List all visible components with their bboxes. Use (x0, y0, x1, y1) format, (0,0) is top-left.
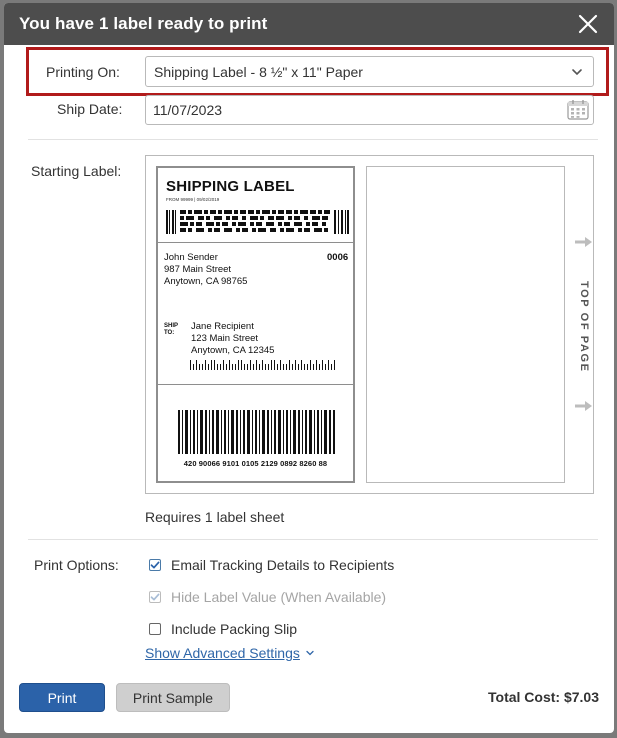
sample-label-title: SHIPPING LABEL (166, 178, 295, 195)
checkmark-icon (150, 561, 160, 569)
arrow-right-icon (575, 401, 592, 411)
option-hide-label-value: Hide Label Value (When Available) (149, 589, 386, 605)
printing-on-select[interactable]: Shipping Label - 8 ½" x 11" Paper (145, 56, 594, 87)
total-cost: Total Cost: $7.03 (488, 689, 599, 705)
print-options-label: Print Options: (34, 557, 119, 573)
advanced-link-label: Show Advanced Settings (145, 645, 300, 661)
tracking-barcode-graphic (178, 410, 335, 454)
checkmark-icon (150, 593, 160, 601)
chevron-down-icon (306, 650, 314, 656)
label-number: 0006 (327, 252, 349, 263)
option-label: Include Packing Slip (171, 621, 298, 637)
arrow-right-icon (575, 237, 592, 247)
checkbox-hide-label-value (149, 591, 161, 603)
option-include-packing-slip[interactable]: Include Packing Slip (149, 621, 297, 637)
option-email-tracking[interactable]: Email Tracking Details to Recipients (149, 557, 394, 573)
requires-sheet-text: Requires 1 label sheet (145, 509, 285, 525)
checkbox-email-tracking[interactable] (149, 559, 161, 571)
chevron-down-icon (572, 69, 582, 76)
label-slot-right[interactable] (366, 166, 565, 483)
label-slot-left[interactable]: SHIPPING LABEL FROM 99999 | 09/02/2019 J… (156, 166, 355, 483)
top-of-page-text: TOP OF PAGE (578, 281, 590, 371)
close-button[interactable] (576, 12, 600, 36)
dialog-titlebar: You have 1 label ready to print (4, 3, 614, 45)
printing-on-value: Shipping Label - 8 ½" x 11" Paper (154, 64, 363, 80)
divider (28, 539, 598, 540)
option-label: Email Tracking Details to Recipients (171, 557, 395, 573)
tracking-number: 420 90066 9101 0105 2129 0892 8260 88 (183, 459, 328, 468)
ship-to-tag: SHIP TO: (164, 323, 179, 336)
print-label-dialog: You have 1 label ready to print Printing… (4, 3, 614, 733)
checkbox-packing-slip[interactable] (149, 623, 161, 635)
label-sheet-preview: SHIPPING LABEL FROM 99999 | 09/02/2019 J… (145, 155, 594, 494)
calendar-icon[interactable] (566, 99, 590, 121)
ship-date-input[interactable]: 11/07/2023 (145, 95, 594, 125)
starting-label-label: Starting Label: (31, 163, 122, 179)
label-divider (158, 242, 353, 243)
show-advanced-settings-link[interactable]: Show Advanced Settings (145, 645, 315, 661)
recipient-address: Jane Recipient 123 Main Street Anytown, … (191, 321, 275, 356)
sender-address: John Sender 987 Main Street Anytown, CA … (164, 252, 248, 287)
printing-on-label: Printing On: (46, 64, 120, 80)
2d-barcode-graphic (166, 210, 349, 234)
dialog-title: You have 1 label ready to print (19, 14, 268, 33)
print-button[interactable]: Print (19, 683, 105, 712)
ship-date-value: 11/07/2023 (153, 102, 223, 118)
option-label: Hide Label Value (When Available) (171, 589, 387, 605)
ship-date-label: Ship Date: (57, 101, 123, 117)
top-of-page-marker: TOP OF PAGE (578, 281, 592, 373)
sample-label-from-line: FROM 99999 | 09/02/2019 (166, 197, 220, 202)
postnet-barcode-graphic (190, 360, 335, 370)
divider (28, 139, 598, 140)
print-sample-button[interactable]: Print Sample (116, 683, 230, 712)
label-divider (158, 384, 353, 385)
close-icon (578, 14, 598, 34)
